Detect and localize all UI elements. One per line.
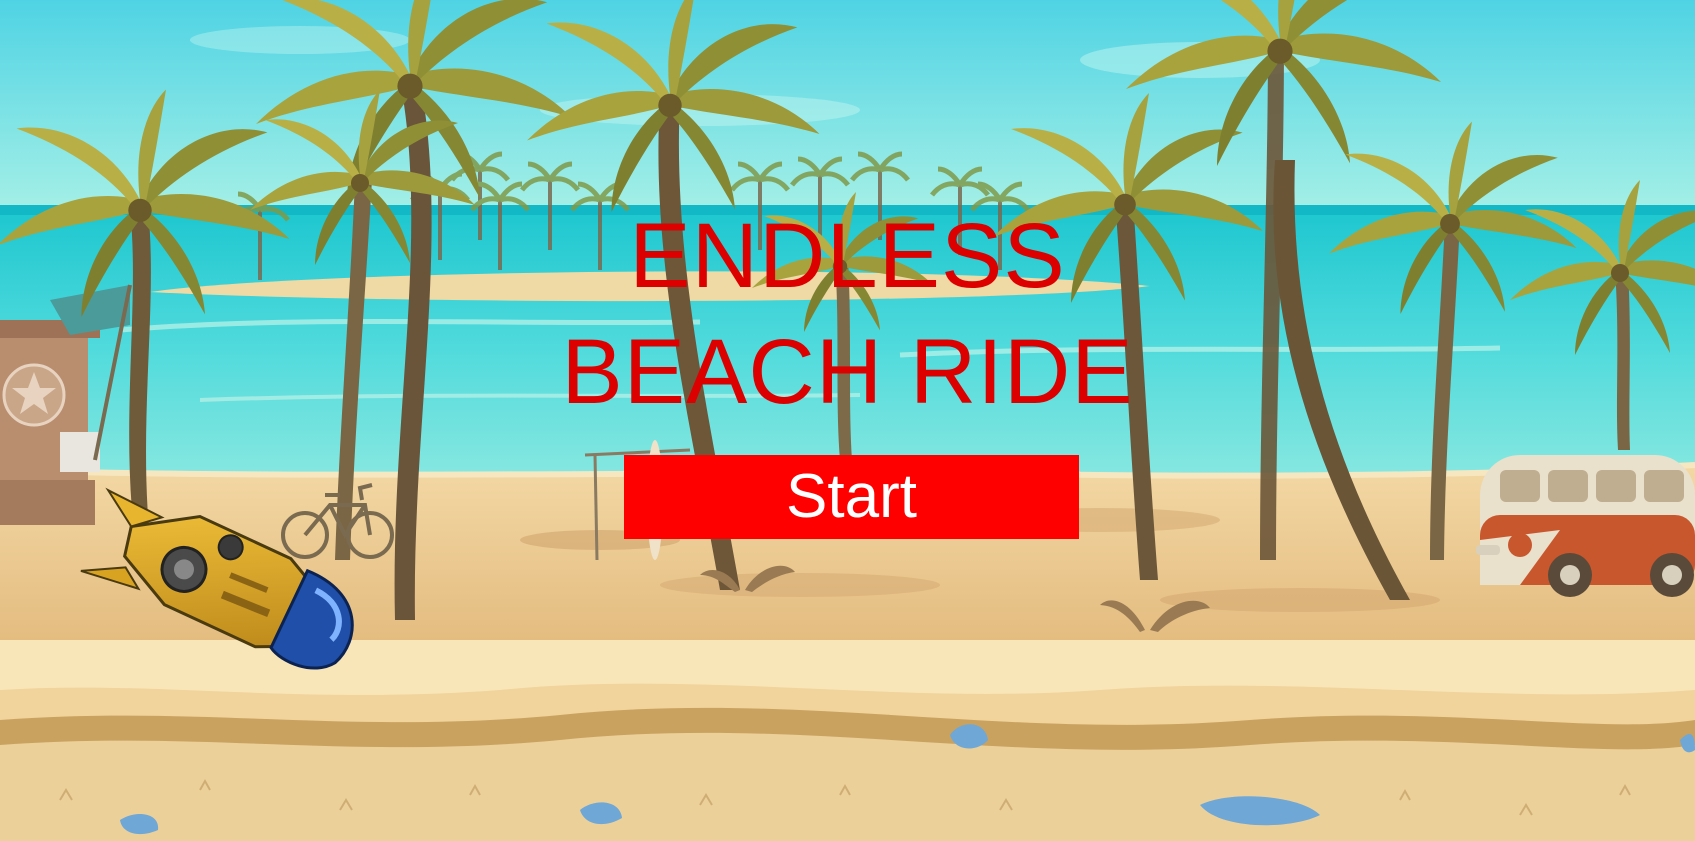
- start-button[interactable]: Start: [624, 455, 1079, 539]
- camper-van: [1476, 455, 1695, 597]
- game-title-line-1: ENDLESS: [629, 205, 1066, 307]
- game-title-line-2: BEACH RIDE: [561, 321, 1134, 423]
